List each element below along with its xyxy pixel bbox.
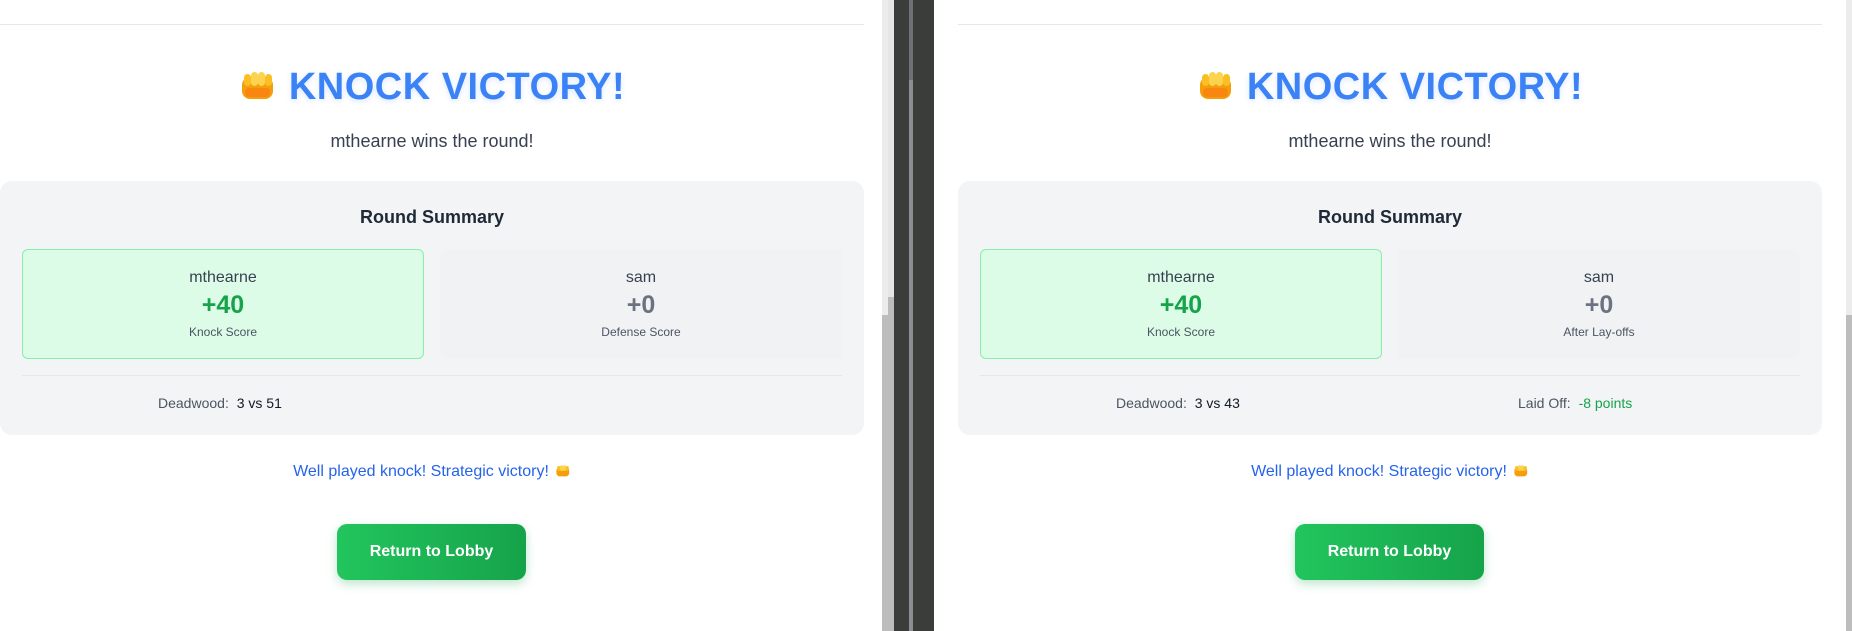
round-summary-title: Round Summary [1317,207,1463,227]
oncoming-fist-icon [241,72,273,99]
right-scrollbar-thumb[interactable] [1846,315,1852,631]
victory-message: Well played knock! Strategic victory! [0,463,864,481]
screen: KNOCK VICTORY! mthearne wins the round! … [0,0,1852,631]
winner-name: mthearne [189,269,257,286]
loser-score-card: sam +0 Defense Score [440,249,842,359]
divider-resize-track [909,0,913,631]
deadwood-label: Deadwood: [1116,395,1187,411]
winner-score: +40 [1159,291,1203,319]
deadwood-value: 3 vs 43 [1194,395,1240,411]
header-divider [958,24,1822,25]
summary-divider [980,375,1800,376]
oncoming-fist-icon [1199,72,1231,99]
loser-score-label: After Lay-offs [1563,325,1635,339]
round-summary-panel: Round Summary mthearne +40 Knock Score s… [958,181,1822,435]
loser-score-label: Defense Score [601,325,681,339]
header-divider [0,24,864,25]
deadwood-stat: Deadwood: 3 vs 51 [158,395,282,411]
winner-score: +40 [201,291,245,319]
loser-score-card: sam +0 After Lay-offs [1398,249,1800,359]
loser-name: sam [1583,269,1615,286]
loser-name: sam [625,269,657,286]
victory-message-text: Well played knock! Strategic victory! [293,463,549,480]
victory-title: KNOCK VICTORY! [0,66,864,109]
round-summary-title: Round Summary [359,207,505,227]
oncoming-fist-icon [1514,465,1528,477]
summary-divider [22,375,842,376]
divider-resize-handle[interactable] [909,0,913,80]
winner-score-label: Knock Score [1146,325,1216,339]
winner-score-card: mthearne +40 Knock Score [22,249,424,359]
laid-off-label: Laid Off: [1518,395,1571,411]
loser-score: +0 [1584,291,1614,319]
winner-score-card: mthearne +40 Knock Score [980,249,1382,359]
oncoming-fist-icon [556,465,570,477]
victory-message: Well played knock! Strategic victory! [958,463,1822,481]
window-divider [888,0,934,631]
left-window: KNOCK VICTORY! mthearne wins the round! … [0,0,888,631]
round-summary-panel: Round Summary mthearne +40 Knock Score s… [0,181,864,435]
divider-scrollbar-thumb[interactable] [888,297,894,631]
victory-title: KNOCK VICTORY! [958,66,1822,109]
right-window: KNOCK VICTORY! mthearne wins the round! … [934,0,1852,631]
deadwood-value: 3 vs 51 [236,395,282,411]
victory-message-text: Well played knock! Strategic victory! [1251,463,1507,480]
deadwood-label: Deadwood: [158,395,229,411]
victory-title-text: KNOCK VICTORY! [1246,66,1584,108]
laid-off-stat: Laid Off: -8 points [1518,395,1632,411]
deadwood-stat: Deadwood: 3 vs 43 [1116,395,1240,411]
winner-subtitle: mthearne wins the round! [1288,131,1492,151]
loser-score: +0 [626,291,656,319]
victory-title-text: KNOCK VICTORY! [288,66,626,108]
winner-score-label: Knock Score [188,325,258,339]
laid-off-value: -8 points [1578,395,1633,411]
return-to-lobby-button[interactable]: Return to Lobby [337,524,526,580]
winner-subtitle: mthearne wins the round! [330,131,534,151]
return-to-lobby-button[interactable]: Return to Lobby [1295,524,1484,580]
winner-name: mthearne [1147,269,1215,286]
